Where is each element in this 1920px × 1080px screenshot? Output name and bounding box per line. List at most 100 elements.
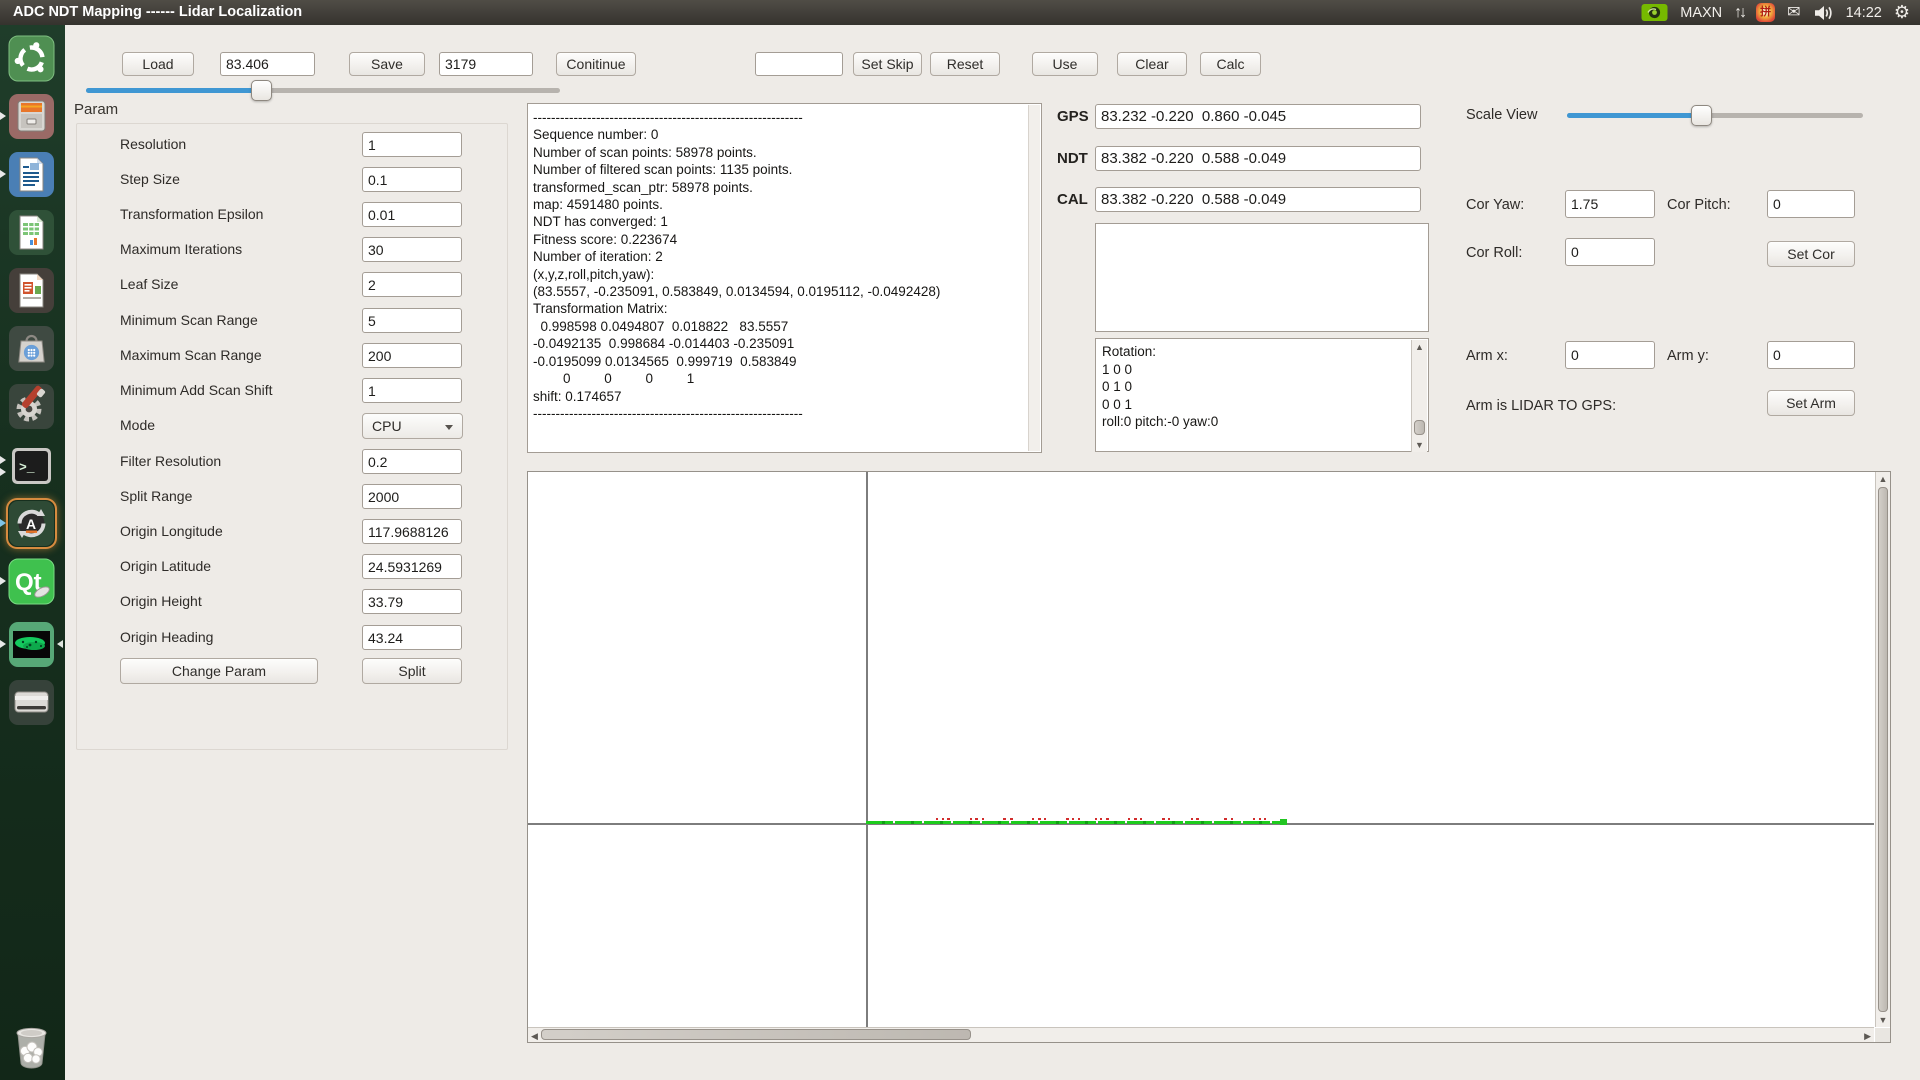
cor-yaw-label: Cor Yaw: bbox=[1466, 197, 1524, 213]
arm-x-label: Arm x: bbox=[1466, 348, 1508, 364]
map-hscroll-thumb[interactable] bbox=[541, 1029, 971, 1040]
scroll-down-icon[interactable]: ▼ bbox=[1876, 1014, 1890, 1026]
map-vertical-scrollbar[interactable]: ▲ ▼ bbox=[1875, 472, 1890, 1027]
scale-view-slider-fill bbox=[1567, 113, 1701, 118]
param-input-origin-longitude[interactable] bbox=[362, 519, 462, 544]
nvidia-logo-icon[interactable] bbox=[1641, 3, 1668, 22]
change-param-button[interactable]: Change Param bbox=[120, 658, 318, 684]
trajectory-point bbox=[1107, 818, 1109, 820]
frame-slider-handle[interactable] bbox=[251, 80, 272, 101]
scroll-left-icon[interactable]: ◀ bbox=[531, 1029, 538, 1043]
save-button[interactable]: Save bbox=[349, 52, 425, 76]
dock-item-software-center[interactable] bbox=[8, 325, 55, 372]
calc-button[interactable]: Calc bbox=[1200, 52, 1261, 76]
libreoffice-impress-icon bbox=[8, 267, 55, 314]
scroll-right-icon[interactable]: ▶ bbox=[1864, 1029, 1871, 1043]
svg-text:>_: >_ bbox=[19, 460, 35, 475]
gear-icon[interactable]: ⚙ bbox=[1894, 0, 1910, 25]
trajectory-point bbox=[1191, 818, 1193, 820]
arm-y-input[interactable] bbox=[1767, 341, 1855, 369]
input-method-icon[interactable]: 拼 bbox=[1756, 3, 1775, 22]
param-input-leaf-size[interactable] bbox=[362, 272, 462, 297]
param-label-transformation-epsilon: Transformation Epsilon bbox=[120, 206, 263, 222]
rotation-scrollbar[interactable]: ▲ ▼ bbox=[1411, 340, 1427, 452]
ndt-value-input[interactable] bbox=[1095, 146, 1421, 171]
param-input-maximum-scan-range[interactable] bbox=[362, 343, 462, 368]
use-button[interactable]: Use bbox=[1032, 52, 1098, 76]
dock-item-system-settings[interactable] bbox=[8, 383, 55, 430]
skip-value-input[interactable] bbox=[755, 52, 843, 76]
map-horizontal-scrollbar[interactable]: ◀ ▶ bbox=[528, 1027, 1874, 1042]
dock-item-libreoffice-calc[interactable] bbox=[8, 209, 55, 256]
trajectory-line bbox=[866, 821, 1286, 824]
ndt-log-box[interactable]: ----------------------------------------… bbox=[527, 103, 1042, 453]
param-input-step-size[interactable] bbox=[362, 167, 462, 192]
param-input-filter-resolution[interactable] bbox=[362, 449, 462, 474]
cor-roll-input[interactable] bbox=[1565, 238, 1655, 266]
param-input-minimum-scan-range[interactable] bbox=[362, 308, 462, 333]
dock-item-trash[interactable] bbox=[8, 1021, 55, 1073]
system-tray: MAXN ↑↓ 拼 ✉ 14:22 ⚙ bbox=[1641, 0, 1910, 25]
scroll-down-icon[interactable]: ▼ bbox=[1412, 439, 1427, 451]
scrollbar-corner bbox=[1875, 1028, 1890, 1042]
scroll-up-icon[interactable]: ▲ bbox=[1876, 473, 1890, 485]
load-value-input[interactable] bbox=[220, 52, 315, 76]
combo-value: CPU bbox=[372, 418, 402, 434]
cal-value-input[interactable] bbox=[1095, 187, 1421, 212]
dock-item-qt-creator[interactable]: Qt bbox=[8, 558, 55, 605]
envelope-icon[interactable]: ✉ bbox=[1787, 0, 1800, 25]
continue-button[interactable]: Conitinue bbox=[556, 52, 636, 76]
cor-roll-label: Cor Roll: bbox=[1466, 245, 1522, 261]
arm-y-label: Arm y: bbox=[1667, 348, 1709, 364]
clear-button[interactable]: Clear bbox=[1117, 52, 1187, 76]
param-input-origin-latitude[interactable] bbox=[362, 554, 462, 579]
qt-creator-icon: Qt bbox=[8, 558, 55, 605]
split-button[interactable]: Split bbox=[362, 658, 462, 684]
param-combo-mode[interactable]: CPU bbox=[362, 413, 463, 439]
cor-yaw-input[interactable] bbox=[1565, 190, 1655, 218]
scale-view-slider-handle[interactable] bbox=[1691, 105, 1712, 126]
set-skip-button[interactable]: Set Skip bbox=[853, 52, 922, 76]
trajectory-point bbox=[1095, 818, 1097, 820]
dock-item-ubuntu-dash[interactable] bbox=[8, 35, 55, 82]
cor-pitch-input[interactable] bbox=[1767, 190, 1855, 218]
rotation-box[interactable]: Rotation: 1 0 0 0 1 0 0 0 1 roll:0 pitch… bbox=[1095, 338, 1429, 452]
dock-item-file-cabinet[interactable] bbox=[8, 93, 55, 140]
save-value-input[interactable] bbox=[439, 52, 533, 76]
param-input-origin-heading[interactable] bbox=[362, 625, 462, 650]
param-input-split-range[interactable] bbox=[362, 484, 462, 509]
set-cor-button[interactable]: Set Cor bbox=[1767, 241, 1855, 267]
map-view[interactable] bbox=[527, 471, 1891, 1043]
arm-x-input[interactable] bbox=[1565, 341, 1655, 369]
log-scrollbar[interactable] bbox=[1028, 105, 1040, 451]
trajectory-point bbox=[1100, 818, 1102, 820]
gps-value-input[interactable] bbox=[1095, 104, 1421, 129]
speaker-icon[interactable] bbox=[1813, 5, 1834, 21]
clock[interactable]: 14:22 bbox=[1846, 5, 1882, 21]
dock-item-lidar-app[interactable] bbox=[8, 621, 55, 668]
dock-item-terminal[interactable]: >_ bbox=[8, 443, 55, 490]
cal-label: CAL bbox=[1057, 191, 1088, 208]
param-input-transformation-epsilon[interactable] bbox=[362, 202, 462, 227]
param-input-maximum-iterations[interactable] bbox=[362, 237, 462, 262]
cor-pitch-label: Cor Pitch: bbox=[1667, 197, 1731, 213]
dock-item-harddisk[interactable] bbox=[8, 679, 55, 726]
running-indicator-icon bbox=[0, 112, 6, 120]
updown-arrows-icon[interactable]: ↑↓ bbox=[1734, 0, 1744, 25]
scroll-up-icon[interactable]: ▲ bbox=[1412, 341, 1427, 353]
set-arm-button[interactable]: Set Arm bbox=[1767, 390, 1855, 416]
dock-item-libreoffice-impress[interactable] bbox=[8, 267, 55, 314]
param-input-origin-height[interactable] bbox=[362, 589, 462, 614]
focused-indicator-icon bbox=[57, 640, 63, 648]
gpu-mode-label[interactable]: MAXN bbox=[1680, 5, 1722, 21]
map-vscroll-thumb[interactable] bbox=[1878, 487, 1888, 1012]
param-input-resolution[interactable] bbox=[362, 132, 462, 157]
param-input-minimum-add-scan-shift[interactable] bbox=[362, 378, 462, 403]
load-button[interactable]: Load bbox=[122, 52, 194, 76]
reset-button[interactable]: Reset bbox=[930, 52, 1000, 76]
dock-item-software-updater[interactable]: A bbox=[8, 500, 55, 547]
dock-item-libreoffice-writer[interactable] bbox=[8, 151, 55, 198]
param-group-title: Param bbox=[74, 101, 118, 118]
rotation-scrollbar-thumb[interactable] bbox=[1414, 420, 1425, 435]
param-label-split-range: Split Range bbox=[120, 488, 192, 504]
